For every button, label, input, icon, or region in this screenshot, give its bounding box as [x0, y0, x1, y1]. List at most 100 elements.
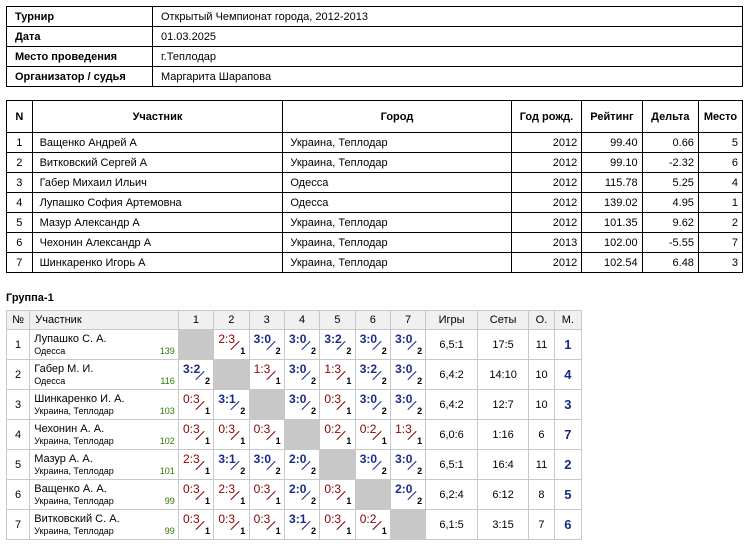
match-score-sets: 0:2 [324, 422, 342, 436]
grid-player-cell: Габер М. И. Одесса 116 [29, 359, 179, 390]
match-score: 1:3 1 [252, 360, 282, 386]
grid-player-city: Украина, Теплодар 102 [34, 436, 175, 447]
match-score-sets: 3:0 [289, 392, 307, 406]
col-header-birth-year: Год рожд. [510, 100, 583, 133]
match-score-sets: 3:2 [182, 362, 201, 376]
participant-place: 2 [697, 212, 744, 233]
match-score-points: 2 [381, 376, 387, 386]
grid-player-city: Одесса 139 [34, 346, 175, 357]
participant-delta: 4.95 [641, 192, 699, 213]
match-score: 2:0 2 [287, 480, 317, 506]
tournament-info-table: Турнир Открытый Чемпионат города, 2012-20… [6, 6, 743, 87]
match-score-sets: 3:0 [253, 452, 272, 466]
participant-city: Украина, Теплодар [282, 152, 512, 173]
grid-player-number: 4 [5, 419, 31, 450]
match-score-points: 1 [204, 466, 210, 476]
grid-points: 10 [528, 359, 555, 390]
grid-place: 3 [553, 389, 583, 420]
grid-player-rating: 102 [159, 435, 175, 446]
participant-number: 4 [6, 192, 33, 213]
grid-player-city-text: Украина, Теплодар [34, 405, 114, 416]
grid-player-cell: Мазур А. А. Украина, Теплодар 101 [29, 449, 179, 480]
match-score-sets: 0:3 [182, 482, 200, 496]
participant-row: 6 Чехонин Александр А Украина, Теплодар 201… [6, 232, 744, 253]
participant-city: Украина, Теплодар [282, 132, 512, 153]
participant-place: 4 [697, 172, 744, 193]
participant-delta: -2.32 [641, 152, 699, 173]
match-score-sets: 0:3 [253, 422, 271, 436]
grid-result-cell: 3:0 2 [389, 389, 427, 420]
match-score: 0:3 1 [216, 420, 246, 446]
match-score-points: 2 [311, 346, 317, 356]
match-score: 2:0 2 [287, 450, 317, 476]
grid-player-city: Украина, Теплодар 101 [34, 466, 175, 477]
match-score-points: 1 [204, 406, 210, 416]
match-score-points: 1 [346, 376, 352, 386]
participant-number: 7 [6, 252, 33, 273]
grid-result-cell: 2:3 1 [213, 479, 250, 510]
grid-result-cell: 0:3 1 [177, 419, 215, 450]
grid-result-cell: 0:2 1 [354, 419, 391, 450]
participant-place: 5 [697, 132, 744, 153]
match-score: 0:3 1 [252, 480, 282, 506]
match-score: 0:2 1 [358, 510, 388, 536]
grid-result-cell: 1:3 1 [248, 359, 285, 390]
grid-result-cell: 2:3 1 [177, 449, 215, 480]
grid-sets: 12:7 [476, 389, 530, 420]
match-score-sets: 3:0 [395, 332, 413, 346]
grid-row: 7 Витковский С. А. Украина, Теплодар 99 0:3 1… [5, 509, 583, 540]
match-score: 3:0 2 [358, 450, 388, 476]
info-value: г.Теплодар [152, 46, 743, 67]
match-score-sets: 1:3 [253, 362, 271, 376]
grid-result-cell: 3:1 2 [213, 389, 250, 420]
participant-delta: 0.66 [641, 132, 699, 153]
participant-number: 2 [6, 152, 33, 173]
grid-header-sets: Сеты [476, 310, 530, 330]
grid-result-cell: 2:3 1 [213, 329, 250, 360]
match-score-points: 1 [346, 496, 352, 506]
grid-player-city-text: Украина, Теплодар [34, 495, 114, 506]
col-header-city: Город [282, 100, 512, 133]
participant-birth-year: 2012 [510, 172, 583, 193]
match-score-points: 2 [381, 346, 387, 356]
match-score: 3:0 2 [393, 390, 423, 416]
match-score-points: 2 [417, 466, 423, 476]
grid-header-col-6: 6 [354, 310, 391, 330]
participant-row: 7 Шинкаренко Игорь А Украина, Теплодар 2012… [6, 252, 744, 273]
grid-result-cell: 2:0 2 [283, 479, 321, 510]
grid-result-cell: 3:2 2 [177, 359, 215, 390]
match-score-points: 2 [346, 346, 352, 356]
participant-place: 7 [697, 232, 744, 253]
info-value: Открытый Чемпионат города, 2012-2013 [152, 6, 743, 27]
participant-name: Мазур Александр А [31, 212, 284, 233]
match-score-points: 1 [204, 436, 210, 446]
grid-header-row: № Участник 1 2 3 4 5 6 7 Игры Сеты О. М. [5, 310, 583, 330]
grid-points: 8 [528, 479, 555, 510]
info-label: Дата [6, 26, 153, 47]
match-score: 2:0 2 [393, 480, 423, 506]
match-score: 3:0 2 [393, 450, 423, 476]
match-score-sets: 3:0 [395, 452, 413, 466]
grid-result-cell: 3:2 2 [319, 329, 356, 360]
grid-result-cell: 0:3 1 [213, 509, 250, 540]
grid-player-city-text: Украина, Теплодар [34, 525, 114, 536]
match-score: 1:3 1 [322, 360, 352, 386]
grid-result-cell: 3:0 2 [389, 329, 427, 360]
match-score-points: 2 [311, 406, 317, 416]
grid-points: 11 [528, 329, 555, 360]
grid-player-city-text: Одесса [34, 345, 66, 356]
match-score-points: 1 [346, 436, 352, 446]
grid-player-name: Лупашко С. А. [34, 332, 107, 345]
match-score-sets: 3:0 [359, 332, 378, 346]
grid-games: 6,0:6 [425, 419, 478, 450]
grid-place: 6 [553, 509, 583, 540]
grid-games: 6,1:5 [425, 509, 478, 540]
match-score-points: 2 [417, 496, 423, 506]
participants-table: N Участник Город Год рожд. Рейтинг Дельт… [6, 100, 744, 273]
match-score-sets: 2:3 [218, 332, 235, 346]
grid-player-cell: Лупашко С. А. Одесса 139 [29, 329, 179, 360]
grid-result-cell: 0:3 1 [248, 509, 285, 540]
match-score-points: 2 [381, 406, 387, 416]
participant-delta: 5.25 [641, 172, 699, 193]
participant-place: 3 [697, 252, 744, 273]
